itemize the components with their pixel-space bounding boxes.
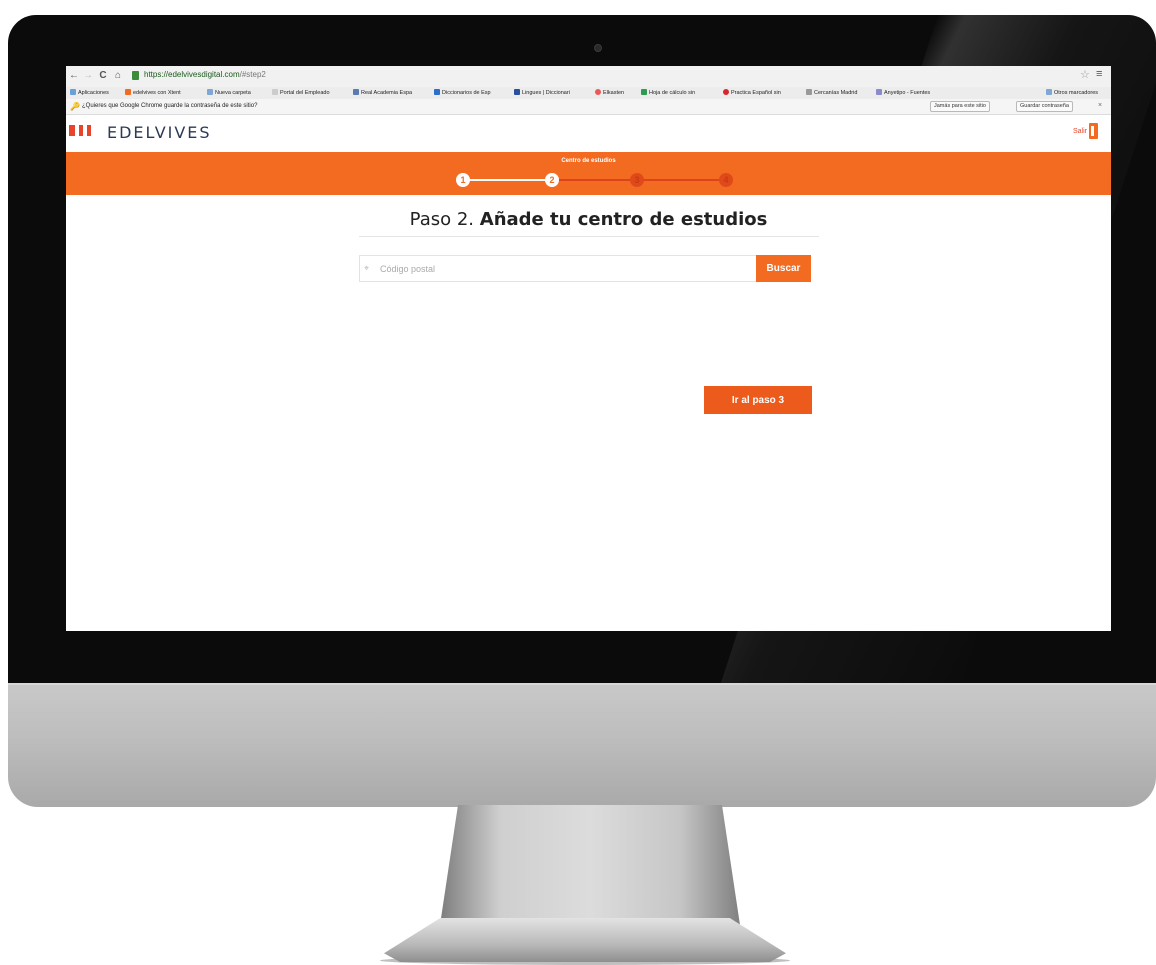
bookmark-label: Portal del Empleado bbox=[280, 90, 330, 96]
save-password-button[interactable]: Guardar contraseña bbox=[1016, 101, 1073, 112]
title-prefix: Paso 2. bbox=[409, 209, 475, 230]
forward-icon[interactable]: → bbox=[83, 70, 93, 82]
next-step-button[interactable]: Ir al paso 3 bbox=[704, 386, 812, 414]
bookmark-star-icon[interactable]: ☆ bbox=[1080, 68, 1090, 81]
bookmark-item[interactable]: Elkasten bbox=[595, 89, 624, 96]
bookmark-item[interactable]: Cercanías Madrid bbox=[806, 89, 857, 96]
postal-code-input[interactable] bbox=[378, 259, 752, 278]
bookmark-icon bbox=[723, 89, 729, 95]
bookmark-item[interactable]: Portal del Empleado bbox=[272, 89, 330, 96]
spreadsheet-icon bbox=[641, 89, 647, 95]
url-host: https://edelvivesdigital.com bbox=[144, 70, 240, 79]
bookmarks-bar: Aplicaciones edelvives con Xtent Nueva c… bbox=[66, 87, 1111, 99]
bookmark-item[interactable]: Otros marcadores bbox=[1046, 89, 1098, 96]
bookmark-icon bbox=[514, 89, 520, 95]
bookmark-item[interactable]: Real Academia Espa bbox=[353, 89, 412, 96]
bookmark-icon bbox=[595, 89, 601, 95]
lock-icon bbox=[132, 71, 139, 80]
bookmark-item[interactable]: edelvives con Xtent bbox=[125, 89, 181, 96]
monitor-stand bbox=[440, 805, 740, 925]
home-icon[interactable]: ⌂ bbox=[113, 70, 123, 82]
browser-toolbar: ← → C ⌂ https://edelvivesdigital.com/#st… bbox=[66, 66, 1111, 87]
menu-icon[interactable]: ≡ bbox=[1096, 68, 1102, 80]
step-connector bbox=[465, 179, 552, 181]
site-header: EDELVIVES Salir bbox=[66, 115, 1111, 152]
url-path: /#step2 bbox=[239, 70, 266, 79]
bookmark-label: Nueva carpeta bbox=[215, 90, 251, 96]
bookmark-label: Lingues | Diccionari bbox=[522, 90, 570, 96]
step-label: Centro de estudios bbox=[561, 158, 616, 164]
password-prompt-text: ¿Quieres que Google Chrome guarde la con… bbox=[82, 103, 258, 109]
bookmark-label: edelvives con Xtent bbox=[133, 90, 181, 96]
bookmark-icon bbox=[876, 89, 882, 95]
bookmark-item[interactable]: Anyetipo - Fuentes bbox=[876, 89, 930, 96]
page-icon bbox=[272, 89, 278, 95]
bookmark-item[interactable]: Hoja de cálculo sin bbox=[641, 89, 695, 96]
bookmark-item[interactable]: Lingues | Diccionari bbox=[514, 89, 570, 96]
bookmark-label: Practica Español sin bbox=[731, 90, 781, 96]
bookmark-label: Diccionarios de Esp bbox=[442, 90, 491, 96]
bookmark-label: Hoja de cálculo sin bbox=[649, 90, 696, 96]
bookmark-label: Anyetipo - Fuentes bbox=[884, 90, 931, 96]
bookmark-icon bbox=[806, 89, 812, 95]
page-title: Paso 2. Añade tu centro de estudios bbox=[66, 209, 1111, 230]
monitor-base bbox=[384, 918, 786, 962]
close-icon[interactable]: × bbox=[1098, 102, 1102, 109]
address-bar[interactable]: https://edelvivesdigital.com/#step2 bbox=[144, 70, 266, 79]
bookmark-label: Otros marcadores bbox=[1054, 90, 1099, 96]
key-icon: 🔑 bbox=[70, 102, 80, 111]
step-2: 2 bbox=[545, 173, 559, 187]
folder-icon bbox=[207, 89, 213, 95]
step-1: 1 bbox=[456, 173, 470, 187]
map-pin-icon: ⌖ bbox=[364, 263, 370, 273]
logo[interactable]: EDELVIVES bbox=[107, 123, 212, 142]
bookmark-label: Cercanías Madrid bbox=[814, 90, 858, 96]
title-divider bbox=[359, 236, 819, 237]
folder-icon bbox=[1046, 89, 1052, 95]
camera-icon bbox=[594, 44, 602, 52]
password-infobar: 🔑 ¿Quieres que Google Chrome guarde la c… bbox=[66, 99, 1111, 115]
bookmark-item[interactable]: Practica Español sin bbox=[723, 89, 781, 96]
bookmark-label: Real Academia Espa bbox=[361, 90, 413, 96]
never-save-button[interactable]: Jamás para este sitio bbox=[930, 101, 990, 112]
chin-edge bbox=[8, 683, 1156, 685]
step-4: 4 bbox=[719, 173, 733, 187]
bookmark-icon bbox=[125, 89, 131, 95]
bookmark-label: Aplicaciones bbox=[78, 90, 109, 96]
screen: ← → C ⌂ https://edelvivesdigital.com/#st… bbox=[66, 66, 1111, 631]
step-3: 3 bbox=[630, 173, 644, 187]
reload-icon[interactable]: C bbox=[98, 70, 108, 82]
postal-code-field[interactable]: ⌖ bbox=[359, 255, 758, 282]
bookmark-icon bbox=[353, 89, 359, 95]
bookmark-icon bbox=[434, 89, 440, 95]
bookmark-item[interactable]: Aplicaciones bbox=[70, 89, 109, 96]
monitor-chin bbox=[8, 683, 1156, 807]
bookmark-item[interactable]: Diccionarios de Esp bbox=[434, 89, 491, 96]
bookmark-label: Elkasten bbox=[603, 90, 625, 96]
back-icon[interactable]: ← bbox=[69, 70, 79, 82]
title-strong: Añade tu centro de estudios bbox=[479, 209, 768, 230]
bookmark-item[interactable]: Nueva carpeta bbox=[207, 89, 251, 96]
search-button[interactable]: Buscar bbox=[756, 255, 811, 282]
door-icon[interactable] bbox=[1089, 123, 1098, 139]
logout-link[interactable]: Salir bbox=[1073, 128, 1087, 135]
bookmark-icon bbox=[70, 89, 76, 95]
progress-band: Centro de estudios 1 2 3 4 bbox=[66, 152, 1111, 195]
